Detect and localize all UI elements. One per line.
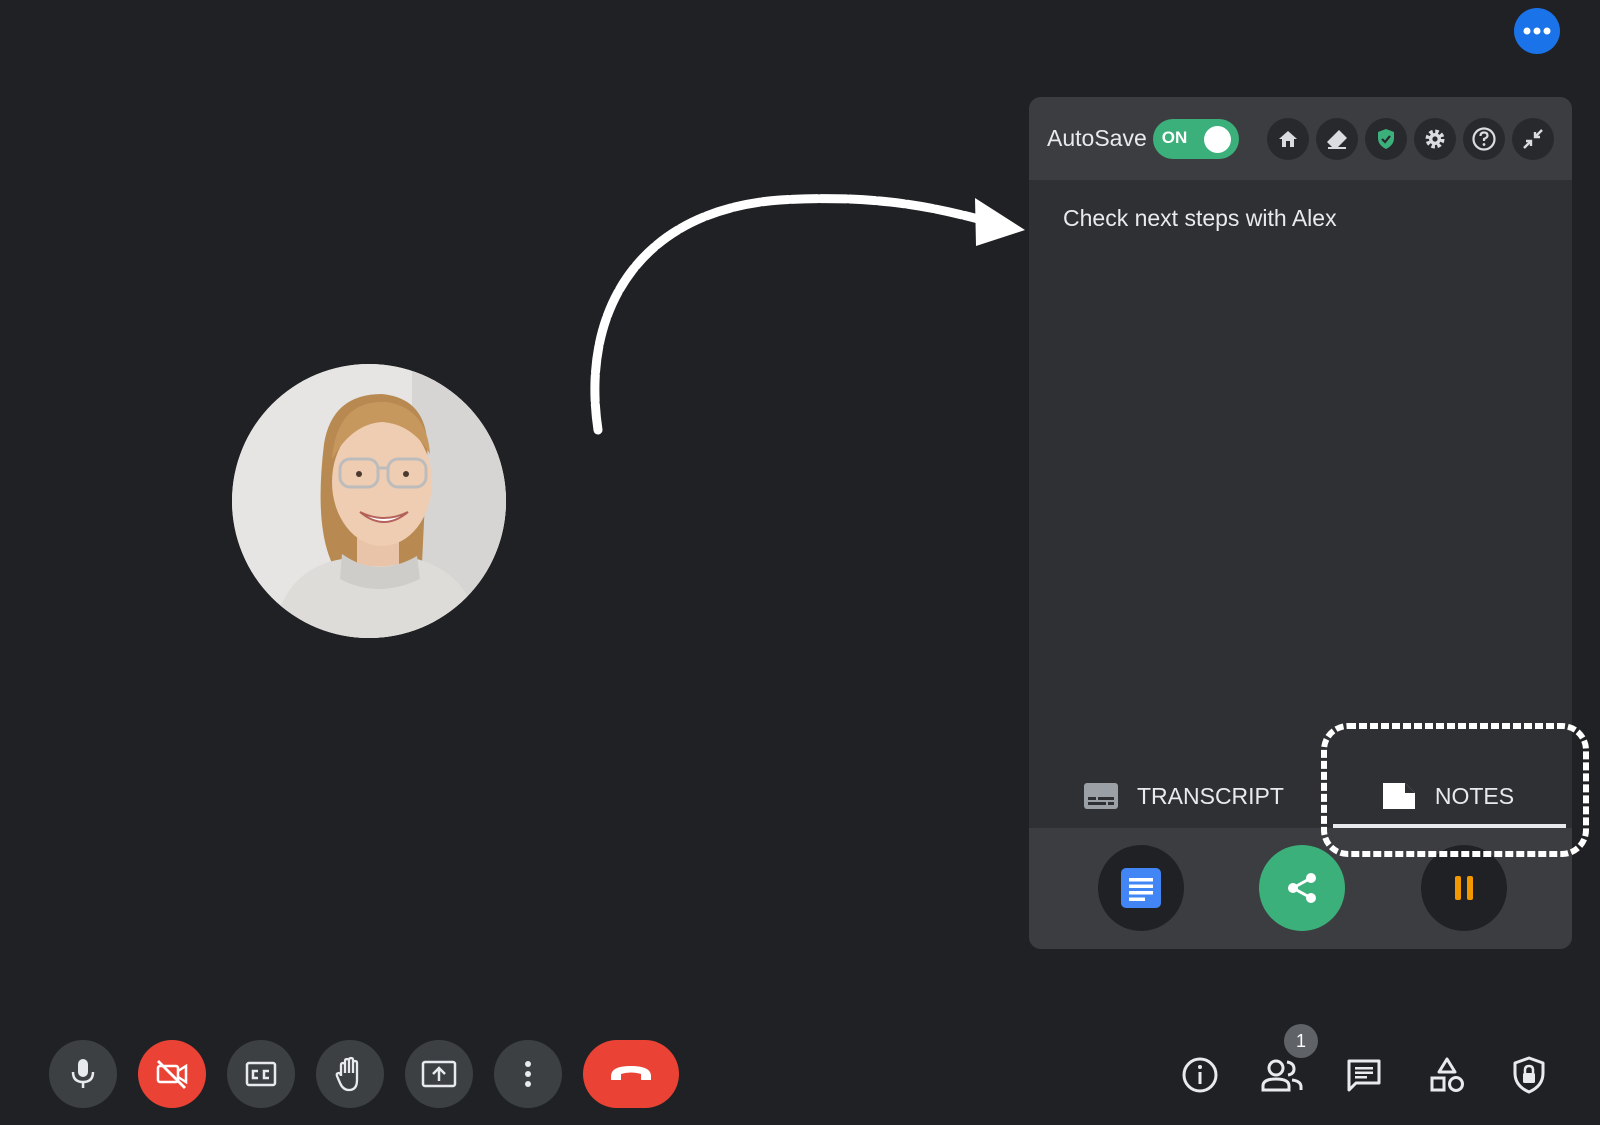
info-icon [1182, 1057, 1218, 1093]
activities-button[interactable] [1422, 1050, 1472, 1100]
end-call-icon [611, 1066, 651, 1080]
tab-transcript-label: TRANSCRIPT [1137, 782, 1284, 809]
captions-icon [245, 1061, 277, 1087]
more-options-button[interactable] [1514, 8, 1560, 54]
clear-button[interactable] [1316, 117, 1358, 160]
panel-toolbar [1267, 117, 1554, 160]
more-vert-icon [525, 1061, 531, 1087]
toggle-state-text: ON [1161, 127, 1188, 147]
chat-icon [1347, 1059, 1381, 1092]
more-vert-button[interactable] [494, 1040, 562, 1108]
camera-button[interactable] [138, 1040, 206, 1108]
google-docs-icon [1121, 868, 1161, 908]
raise-hand-button[interactable] [316, 1040, 384, 1108]
settings-button[interactable] [1414, 117, 1456, 160]
share-icon [1288, 873, 1316, 903]
autosave-label: AutoSave [1047, 125, 1147, 151]
participant-count-badge: 1 [1284, 1024, 1318, 1058]
present-screen-icon [421, 1060, 457, 1088]
raise-hand-icon [335, 1056, 359, 1092]
annotation-arrow [590, 194, 1025, 435]
end-call-button[interactable] [583, 1040, 679, 1108]
collapse-icon [1523, 128, 1543, 149]
home-button[interactable] [1267, 117, 1309, 160]
notes-tab-highlight [1321, 723, 1589, 857]
participant-photo [232, 364, 506, 638]
meeting-details-button[interactable] [1175, 1050, 1225, 1100]
host-controls-icon [1513, 1056, 1545, 1094]
autosave-toggle[interactable]: ON [1152, 118, 1239, 159]
pause-icon [1455, 876, 1473, 900]
panel-header: AutoSave ON [1029, 97, 1572, 180]
subtitles-icon [1084, 783, 1118, 809]
toggle-knob [1203, 125, 1231, 153]
people-icon [1261, 1059, 1303, 1092]
gear-icon [1425, 129, 1445, 148]
tab-transcript[interactable]: TRANSCRIPT [1083, 772, 1284, 820]
help-icon [1472, 126, 1496, 151]
help-button[interactable] [1463, 117, 1505, 160]
host-controls-button[interactable] [1504, 1050, 1554, 1100]
more-horiz-icon [1523, 27, 1551, 35]
present-button[interactable] [405, 1040, 473, 1108]
microphone-icon [71, 1059, 95, 1088]
shield-check-icon [1378, 128, 1394, 149]
chat-button[interactable] [1339, 1050, 1389, 1100]
open-docs-button[interactable] [1098, 845, 1184, 931]
security-button[interactable] [1365, 117, 1407, 160]
captions-button[interactable] [227, 1040, 295, 1108]
eraser-icon [1327, 129, 1347, 149]
participant-avatar [232, 364, 506, 638]
activities-icon [1430, 1057, 1464, 1092]
note-text[interactable]: Check next steps with Alex [1063, 205, 1337, 232]
camera-off-icon [156, 1060, 188, 1089]
home-icon [1279, 130, 1297, 147]
microphone-button[interactable] [49, 1040, 117, 1108]
collapse-button[interactable] [1512, 117, 1554, 160]
